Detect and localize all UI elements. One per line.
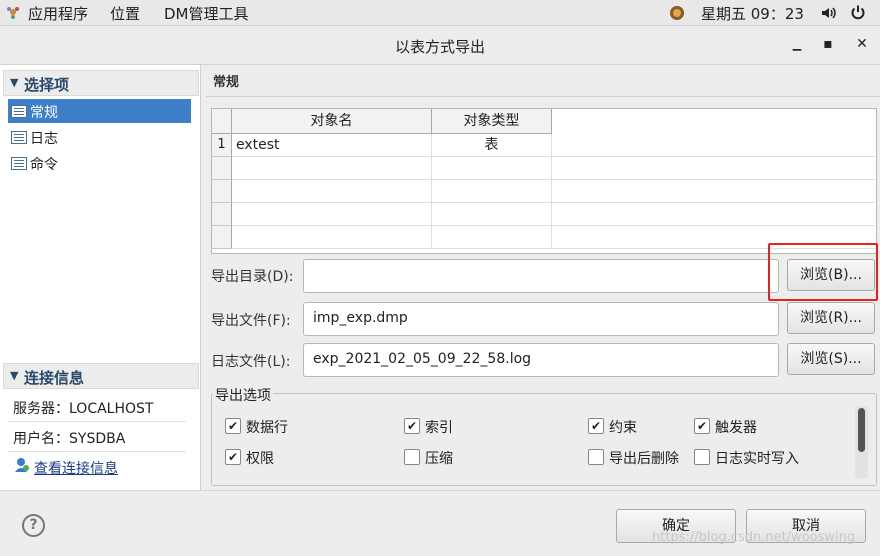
window-title-bar: 以表方式导出 ▁ ▪ ✕ bbox=[0, 26, 880, 65]
option-label: 索引 bbox=[425, 420, 453, 436]
browse-file-button[interactable]: 浏览(R)... bbox=[787, 302, 875, 334]
empty-cell[interactable] bbox=[432, 203, 552, 226]
row-header[interactable] bbox=[212, 157, 232, 180]
close-icon: ✕ bbox=[856, 36, 868, 52]
nav-item-log[interactable]: 日志 bbox=[8, 125, 191, 149]
log-file-input[interactable]: exp_2021_02_05_09_22_58.log bbox=[303, 343, 779, 377]
option-label: 日志实时写入 bbox=[715, 451, 799, 467]
export-file-input[interactable]: imp_exp.dmp bbox=[303, 302, 779, 336]
object-name-cell: extest bbox=[236, 137, 280, 153]
index-checkbox[interactable]: ✔ bbox=[404, 418, 420, 434]
export-file-label: 导出文件(F): bbox=[211, 313, 291, 329]
empty-cell[interactable] bbox=[232, 203, 432, 226]
maximize-button[interactable]: ▪ bbox=[818, 36, 838, 54]
export-dir-label: 导出目录(D): bbox=[211, 269, 294, 285]
compress-checkbox[interactable] bbox=[404, 449, 420, 465]
delete-after-export-checkbox[interactable] bbox=[588, 449, 604, 465]
empty-cell bbox=[552, 180, 875, 203]
empty-cell[interactable] bbox=[432, 157, 552, 180]
row-header[interactable] bbox=[212, 226, 232, 249]
table-row[interactable]: extest bbox=[232, 134, 432, 157]
option-label: 约束 bbox=[609, 420, 637, 436]
places-menu[interactable]: 位置 bbox=[110, 3, 140, 24]
row-number[interactable]: 1 bbox=[212, 134, 232, 157]
select-section-title: 选择项 bbox=[24, 76, 70, 94]
power-icon[interactable] bbox=[850, 4, 866, 20]
section-title: 常规 bbox=[213, 75, 240, 90]
list-icon bbox=[11, 131, 27, 144]
export-options-title: 导出选项 bbox=[213, 385, 273, 405]
row-header[interactable] bbox=[212, 180, 232, 203]
export-file-value: imp_exp.dmp bbox=[313, 310, 408, 326]
empty-cell bbox=[552, 157, 875, 180]
collapse-arrow-icon: ▼ bbox=[10, 76, 19, 89]
empty-cell[interactable] bbox=[232, 157, 432, 180]
empty-cell[interactable] bbox=[232, 226, 432, 249]
nav-item-general[interactable]: 常规 bbox=[8, 99, 191, 123]
export-dir-input[interactable] bbox=[303, 259, 779, 293]
conn-section-header[interactable]: ▼ 连接信息 bbox=[3, 363, 199, 389]
column-header-object-name[interactable]: 对象名 bbox=[232, 109, 432, 134]
dm-tool-menu[interactable]: DM管理工具 bbox=[164, 3, 249, 24]
app-status-icon[interactable] bbox=[669, 5, 685, 21]
connection-icon bbox=[13, 457, 31, 473]
grid-corner bbox=[212, 109, 232, 134]
export-options-group bbox=[211, 393, 877, 486]
nav-item-command[interactable]: 命令 bbox=[8, 151, 191, 175]
empty-cell bbox=[552, 134, 875, 157]
realtime-log-checkbox[interactable] bbox=[694, 449, 710, 465]
empty-cell[interactable] bbox=[232, 180, 432, 203]
close-button[interactable]: ✕ bbox=[852, 36, 872, 54]
column-header-object-type[interactable]: 对象类型 bbox=[432, 109, 552, 134]
nav-item-label: 常规 bbox=[30, 105, 58, 121]
empty-cell bbox=[552, 203, 875, 226]
user-info: 用户名：SYSDBA bbox=[13, 431, 126, 447]
select-section-header[interactable]: ▼ 选择项 bbox=[3, 70, 199, 96]
option-label: 数据行 bbox=[246, 420, 288, 436]
list-icon bbox=[11, 157, 27, 170]
option-label: 触发器 bbox=[715, 420, 757, 436]
window-title: 以表方式导出 bbox=[394, 38, 485, 56]
option-label: 权限 bbox=[246, 451, 274, 467]
scrollbar-thumb[interactable] bbox=[858, 408, 865, 452]
list-icon bbox=[11, 105, 27, 118]
constraint-checkbox[interactable]: ✔ bbox=[588, 418, 604, 434]
empty-cell[interactable] bbox=[432, 180, 552, 203]
highlight-box bbox=[768, 243, 878, 301]
apps-menu[interactable]: 应用程序 bbox=[28, 3, 88, 24]
help-icon[interactable]: ? bbox=[22, 514, 45, 537]
divider bbox=[8, 451, 186, 452]
option-label: 导出后删除 bbox=[609, 451, 679, 467]
system-top-bar: 应用程序 位置 DM管理工具 星期五 09：23 bbox=[0, 0, 880, 26]
browse-log-button[interactable]: 浏览(S)... bbox=[787, 343, 875, 375]
row-header[interactable] bbox=[212, 203, 232, 226]
clock[interactable]: 星期五 09：23 bbox=[701, 3, 804, 24]
trigger-checkbox[interactable]: ✔ bbox=[694, 418, 710, 434]
collapse-arrow-icon: ▼ bbox=[10, 369, 19, 382]
log-file-value: exp_2021_02_05_09_22_58.log bbox=[313, 351, 532, 367]
divider bbox=[206, 96, 880, 97]
log-file-label: 日志文件(L): bbox=[211, 354, 291, 370]
maximize-icon: ▪ bbox=[823, 36, 833, 52]
divider bbox=[0, 490, 880, 491]
data-rows-checkbox[interactable]: ✔ bbox=[225, 418, 241, 434]
object-type-cell[interactable]: 表 bbox=[432, 134, 552, 157]
watermark: https://blog.csdn.net/wooswing bbox=[652, 530, 856, 545]
nav-item-label: 日志 bbox=[30, 131, 58, 147]
apps-menu-icon[interactable] bbox=[6, 5, 20, 19]
privilege-checkbox[interactable]: ✔ bbox=[225, 449, 241, 465]
view-connection-link[interactable]: 查看连接信息 bbox=[34, 458, 118, 478]
divider bbox=[8, 421, 186, 422]
option-label: 压缩 bbox=[425, 451, 453, 467]
object-grid: 对象名 对象类型 1 extest 表 bbox=[211, 108, 877, 254]
server-info: 服务器：LOCALHOST bbox=[13, 401, 154, 417]
minimize-button[interactable]: ▁ bbox=[787, 36, 807, 54]
conn-section-title: 连接信息 bbox=[24, 369, 85, 387]
empty-cell[interactable] bbox=[432, 226, 552, 249]
nav-item-label: 命令 bbox=[30, 157, 58, 173]
volume-icon[interactable] bbox=[820, 5, 836, 21]
minimize-icon: ▁ bbox=[792, 38, 802, 51]
